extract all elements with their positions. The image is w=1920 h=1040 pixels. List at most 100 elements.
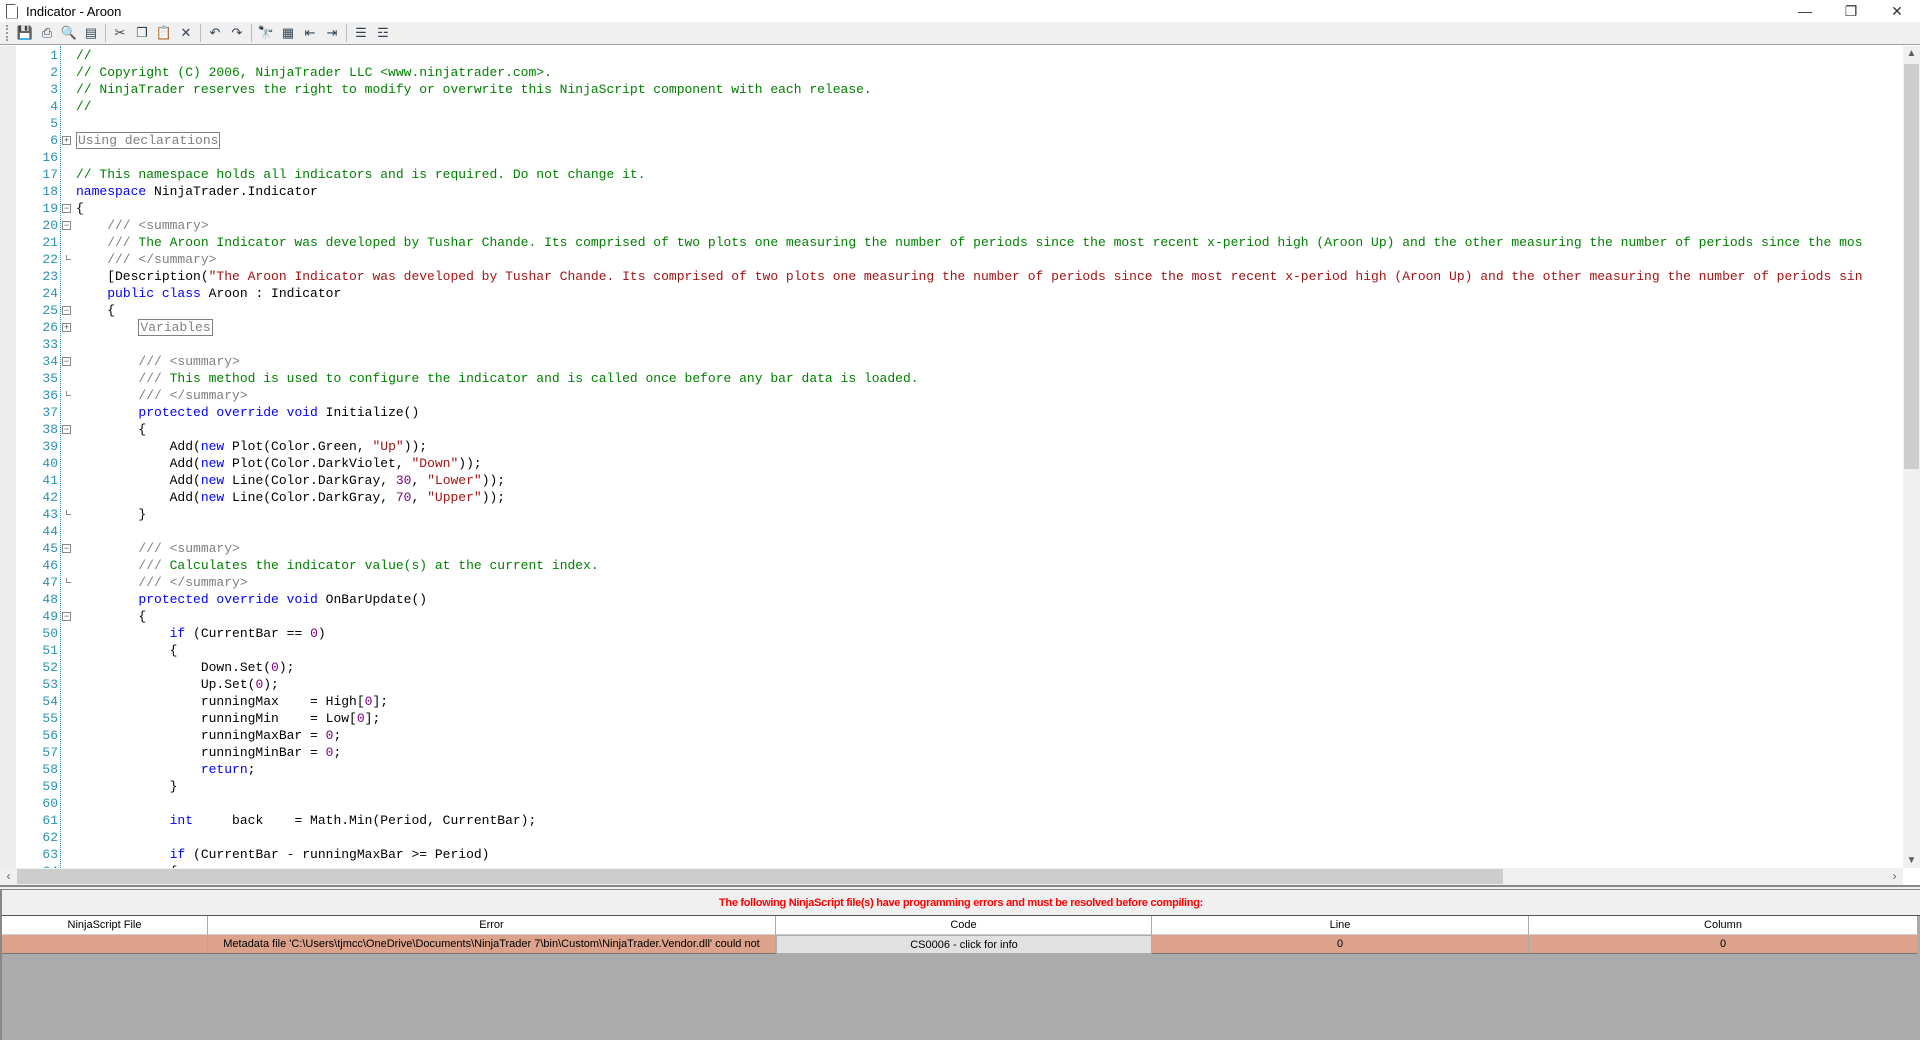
code-line[interactable]: 16 [0, 149, 1903, 166]
column-header-file[interactable]: NinjaScript File [2, 916, 208, 935]
collapse-icon[interactable]: − [62, 306, 71, 315]
code-line[interactable]: 5 [0, 115, 1903, 132]
close-button[interactable]: ✕ [1874, 0, 1920, 22]
code-token: This method is used to configure the ind… [161, 371, 919, 386]
uncomment-icon[interactable]: ☲ [372, 23, 394, 43]
code-line[interactable]: 58 return; [0, 761, 1903, 778]
code-line[interactable]: 49− { [0, 608, 1903, 625]
undo-icon[interactable]: ↶ [204, 23, 226, 43]
find-icon[interactable]: 🔭 [255, 23, 277, 43]
code-line[interactable]: 20− /// <summary> [0, 217, 1903, 234]
code-line[interactable]: 44 [0, 523, 1903, 540]
expand-icon[interactable]: + [62, 136, 71, 145]
comment-icon[interactable]: ☰ [350, 23, 372, 43]
horizontal-scroll-thumb[interactable] [17, 869, 1503, 884]
restore-button[interactable]: ❐ [1828, 0, 1874, 22]
save-icon[interactable]: 💾 [14, 23, 36, 43]
redo-icon[interactable]: ↷ [226, 23, 248, 43]
cut-icon[interactable]: ✂ [109, 23, 131, 43]
code-line[interactable]: 21 /// The Aroon Indicator was developed… [0, 234, 1903, 251]
code-line[interactable]: 19−{ [0, 200, 1903, 217]
vertical-scroll-thumb[interactable] [1904, 64, 1919, 469]
error-code-info-button[interactable]: CS0006 - click for info [776, 935, 1152, 954]
code-line[interactable]: 54 runningMax = High[0]; [0, 693, 1903, 710]
page-setup-icon[interactable]: ▤ [80, 23, 102, 43]
vertical-scrollbar[interactable]: ▲ ▼ [1903, 46, 1920, 868]
code-line[interactable]: 40 Add(new Plot(Color.DarkViolet, "Down"… [0, 455, 1903, 472]
scroll-left-button[interactable]: ‹ [0, 868, 17, 885]
code-line[interactable]: 6 + Using declarations [0, 132, 1903, 149]
code-line[interactable]: 62 [0, 829, 1903, 846]
code-line[interactable]: 1 // [0, 47, 1903, 64]
code-line[interactable]: 55 runningMin = Low[0]; [0, 710, 1903, 727]
collapse-icon[interactable]: − [62, 221, 71, 230]
code-line[interactable]: 17 // This namespace holds all indicators… [0, 166, 1903, 183]
code-line[interactable]: 26 + Variables [0, 319, 1903, 336]
collapsed-region[interactable]: Using declarations [76, 132, 221, 149]
code-line[interactable]: 46 /// Calculates the indicator value(s)… [0, 557, 1903, 574]
collapse-icon[interactable]: − [62, 357, 71, 366]
code-line[interactable]: 63 if (CurrentBar - runningMaxBar >= Per… [0, 846, 1903, 863]
column-header-error[interactable]: Error [208, 916, 776, 935]
code-line[interactable]: 47 /// </summary> [0, 574, 1903, 591]
collapse-icon[interactable]: − [62, 204, 71, 213]
code-line[interactable]: 3 // NinjaTrader reserves the right to mo… [0, 81, 1903, 98]
code-line[interactable]: 41 Add(new Line(Color.DarkGray, 30, "Low… [0, 472, 1903, 489]
print-icon[interactable]: ⎙ [36, 23, 58, 43]
horizontal-scrollbar[interactable]: ‹ › [0, 868, 1903, 885]
code-line[interactable]: 43 } [0, 506, 1903, 523]
code-line[interactable]: 38− { [0, 421, 1903, 438]
scroll-down-button[interactable]: ▼ [1903, 855, 1920, 866]
code-line[interactable]: 37 protected override void Initialize() [0, 404, 1903, 421]
minimize-button[interactable]: — [1782, 0, 1828, 22]
copy-icon[interactable]: ❐ [131, 23, 153, 43]
code-editor[interactable]: 1 // 2 // Copyright (C) 2006, NinjaTrader L… [0, 46, 1903, 868]
cell-file[interactable] [2, 935, 208, 954]
code-line[interactable]: 36 /// </summary> [0, 387, 1903, 404]
collapse-icon[interactable]: − [62, 612, 71, 621]
print-preview-icon[interactable]: 🔍 [58, 23, 80, 43]
find-replace-icon[interactable]: ▦ [277, 23, 299, 43]
code-line[interactable]: 22 /// </summary> [0, 251, 1903, 268]
code-line[interactable]: 42 Add(new Line(Color.DarkGray, 70, "Upp… [0, 489, 1903, 506]
code-line[interactable]: 39 Add(new Plot(Color.Green, "Up")); [0, 438, 1903, 455]
code-line[interactable]: 45− /// <summary> [0, 540, 1903, 557]
expand-icon[interactable]: + [62, 323, 71, 332]
indent-icon[interactable]: ⇥ [321, 23, 343, 43]
scroll-right-button[interactable]: › [1886, 868, 1903, 885]
code-line[interactable]: 24 public class Aroon : Indicator [0, 285, 1903, 302]
code-line[interactable]: 25− { [0, 302, 1903, 319]
code-line[interactable]: 33 [0, 336, 1903, 353]
outdent-icon[interactable]: ⇤ [299, 23, 321, 43]
code-line[interactable]: 52 Down.Set(0); [0, 659, 1903, 676]
collapse-icon[interactable]: − [62, 425, 71, 434]
code-line[interactable]: 56 runningMaxBar = 0; [0, 727, 1903, 744]
paste-icon[interactable]: 📋 [153, 23, 175, 43]
delete-icon[interactable]: ✕ [175, 23, 197, 43]
code-line[interactable]: 23 [Description("The Aroon Indicator was… [0, 268, 1903, 285]
column-header-line[interactable]: Line [1152, 916, 1529, 935]
collapsed-region[interactable]: Variables [138, 319, 213, 336]
scroll-up-button[interactable]: ▲ [1903, 48, 1920, 59]
cell-column[interactable]: 0 [1529, 935, 1918, 954]
column-header-code[interactable]: Code [776, 916, 1152, 935]
code-line[interactable]: 4 // [0, 98, 1903, 115]
code-line[interactable]: 61 int back = Math.Min(Period, CurrentBa… [0, 812, 1903, 829]
table-row[interactable]: Metadata file 'C:\Users\tjmcc\OneDrive\D… [2, 935, 1918, 954]
code-line[interactable]: 60 [0, 795, 1903, 812]
toolbar-grip[interactable] [6, 25, 9, 41]
code-line[interactable]: 35 /// This method is used to configure … [0, 370, 1903, 387]
cell-line[interactable]: 0 [1152, 935, 1529, 954]
collapse-icon[interactable]: − [62, 544, 71, 553]
cell-error[interactable]: Metadata file 'C:\Users\tjmcc\OneDrive\D… [208, 935, 776, 954]
code-line[interactable]: 59 } [0, 778, 1903, 795]
column-header-column[interactable]: Column [1529, 916, 1918, 935]
code-line[interactable]: 34− /// <summary> [0, 353, 1903, 370]
code-line[interactable]: 53 Up.Set(0); [0, 676, 1903, 693]
code-line[interactable]: 57 runningMinBar = 0; [0, 744, 1903, 761]
code-line[interactable]: 50 if (CurrentBar == 0) [0, 625, 1903, 642]
code-line[interactable]: 18 namespace NinjaTrader.Indicator [0, 183, 1903, 200]
code-line[interactable]: 2 // Copyright (C) 2006, NinjaTrader LLC … [0, 64, 1903, 81]
code-line[interactable]: 51 { [0, 642, 1903, 659]
code-line[interactable]: 48 protected override void OnBarUpdate() [0, 591, 1903, 608]
